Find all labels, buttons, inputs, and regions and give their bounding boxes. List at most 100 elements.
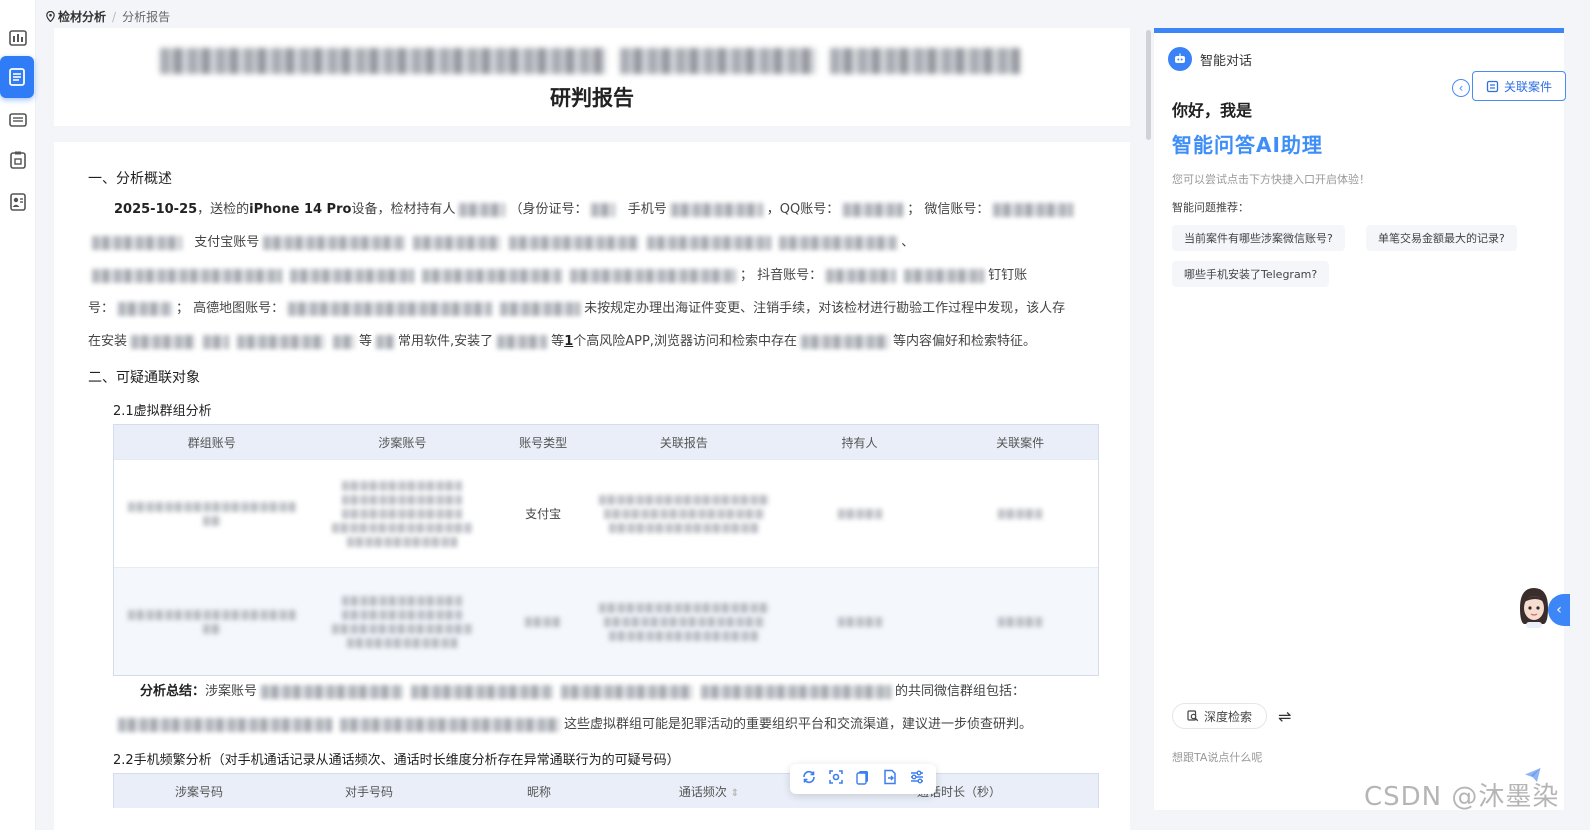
redacted-value: [800, 334, 889, 349]
overview-text: （身份证号：: [509, 202, 588, 217]
redacted-value: [333, 334, 356, 349]
column-header[interactable]: 对手号码: [284, 783, 454, 800]
cell-account-type: [495, 616, 591, 627]
export-icon[interactable]: [882, 769, 898, 789]
overview-text: 常用软件,安装了: [398, 334, 494, 349]
column-header[interactable]: 账号类型: [495, 434, 591, 451]
column-header-label: 通话频次: [678, 784, 727, 799]
assistant-header: 智能对话: [1168, 47, 1252, 71]
overview-text: 支付宝账号: [194, 235, 260, 250]
redacted-value: [497, 334, 548, 349]
screenshot-icon[interactable]: [828, 769, 844, 789]
assistant-hint: 您可以尝试点击下方快捷入口开启体验！: [1172, 173, 1370, 186]
suggested-question[interactable]: 单笔交易金额最大的记录?: [1366, 225, 1517, 251]
cell-holder: [777, 508, 943, 519]
refresh-icon[interactable]: [801, 769, 817, 789]
assistant-greeting: 你好，我是: [1172, 101, 1253, 120]
column-header[interactable]: 关联报告: [591, 434, 777, 451]
folder-icon[interactable]: [4, 146, 32, 174]
breadcrumb-separator: /: [112, 9, 117, 24]
column-header[interactable]: 群组账号: [114, 434, 310, 451]
redacted-value: [904, 268, 985, 283]
left-rail: [0, 0, 36, 830]
summary-label: 分析总结：: [140, 684, 206, 699]
column-header[interactable]: 昵称: [454, 783, 624, 800]
overview-text: 未按规定办理出海证件变更、注销手续，对该检材进行勘验工作过程中发现，该人存: [584, 301, 1066, 316]
table-row[interactable]: 支付宝: [114, 459, 1098, 567]
overview-text: 等内容偏好和检索特征。: [892, 334, 1036, 349]
collapse-left-icon[interactable]: ‹: [1452, 79, 1470, 97]
cell-related-case: [942, 508, 1098, 519]
column-header-call-count[interactable]: 通话频次 ⇕: [624, 783, 794, 800]
group-table: 群组账号 涉案账号 账号类型 关联报告 持有人 关联案件 支付宝: [113, 424, 1099, 676]
column-header[interactable]: 涉案号码: [114, 783, 284, 800]
settings-sliders-icon[interactable]: [909, 769, 925, 789]
link-case-button[interactable]: 关联案件: [1472, 71, 1566, 101]
breadcrumb: 检材分析 / 分析报告: [46, 8, 170, 25]
suggested-question[interactable]: 哪些手机安装了Telegram?: [1172, 261, 1330, 287]
overview-text: ； 高德地图账号：: [176, 301, 285, 316]
redacted-value: [509, 235, 640, 250]
redacted-value: [843, 202, 904, 217]
cell-account-type: 支付宝: [525, 507, 562, 521]
redacted-value: [92, 268, 282, 283]
cell-related-case: [942, 616, 1098, 627]
chart-icon[interactable]: [4, 24, 32, 52]
suggested-question[interactable]: 当前案件有哪些涉案微信账号?: [1172, 225, 1345, 251]
group-summary-line-2: 这些虚拟群组可能是犯罪活动的重要组织平台和交流渠道，建议进一步侦查研判。: [114, 715, 1032, 735]
redacted-value: [340, 717, 560, 732]
assistant-title: 智能对话: [1200, 53, 1253, 69]
overview-line-4: 号： ； 高德地图账号： 未按规定办理出海证件变更、注销手续，对该检材进行勘验工作过…: [88, 299, 1065, 319]
overview-line-5: 在安装等常用软件,安装了 等1个高风险APP,浏览器访问和检索中存在 等内容偏好和检…: [88, 332, 1036, 352]
overview-text: 号：: [88, 301, 115, 316]
redacted-value: [263, 235, 406, 250]
recommend-title: 智能问题推荐：: [1172, 201, 1249, 214]
sort-icon[interactable]: ⇕: [731, 788, 739, 799]
redacted-value: [413, 235, 502, 250]
deep-search-button[interactable]: 深度检索: [1172, 703, 1268, 729]
redacted-value: [92, 235, 182, 250]
person-card-icon[interactable]: [4, 188, 32, 216]
link-case-label: 关联案件: [1503, 79, 1552, 94]
overview-text: ，QQ账号：: [766, 202, 840, 217]
section-overview-heading: 一、分析概述: [88, 171, 172, 187]
phone-table: 涉案号码 对手号码 昵称 通话频次 ⇕ 通话时长（秒）: [113, 773, 1099, 808]
overview-text: ； 抖音账号：: [740, 268, 823, 283]
redacted-value: [290, 268, 414, 283]
column-header[interactable]: 持有人: [777, 434, 943, 451]
overview-line-3: ； 抖音账号： 钉钉账: [88, 266, 1027, 286]
cell-suspect-account: [310, 595, 496, 648]
column-header[interactable]: 涉案账号: [310, 434, 496, 451]
copy-icon[interactable]: [855, 769, 871, 789]
report-title: 研判报告: [550, 86, 634, 110]
redacted-value: [670, 202, 763, 217]
overview-text: 、: [901, 235, 915, 250]
list-icon[interactable]: [4, 106, 32, 134]
breadcrumb-root[interactable]: 检材分析: [46, 8, 106, 25]
cell-related-report: [591, 602, 777, 641]
report-scrollbar[interactable]: [1146, 30, 1151, 140]
table-row[interactable]: [114, 567, 1098, 675]
chat-input[interactable]: 想跟TA说点什么呢: [1172, 749, 1262, 765]
watermark: CSDN @沐墨染: [1364, 782, 1560, 812]
redacted-value: [647, 235, 772, 250]
group-table-header: 群组账号 涉案账号 账号类型 关联报告 持有人 关联案件: [114, 425, 1098, 459]
column-header[interactable]: 关联案件: [942, 434, 1098, 451]
summary-text: 这些虚拟群组可能是犯罪活动的重要组织平台和交流渠道，建议进一步侦查研判。: [564, 717, 1033, 732]
overview-text: 等: [551, 334, 565, 349]
redacted-value: [118, 717, 332, 732]
swap-icon[interactable]: ⇌: [1278, 707, 1291, 726]
overview-text: 在安装: [88, 334, 128, 349]
report-date: 2025-10-25: [114, 202, 198, 217]
cell-group-account: [114, 609, 310, 634]
redacted-value: [500, 301, 581, 316]
redacted-value: [826, 268, 897, 283]
redacted-value: [779, 235, 898, 250]
floating-toolbar: [790, 764, 936, 794]
cell-related-report: [591, 494, 777, 533]
section-group-heading: 2.1虚拟群组分析: [113, 404, 212, 419]
redacted-case-title: [160, 48, 1020, 74]
document-icon[interactable]: [0, 56, 34, 98]
redacted-value: [411, 684, 554, 699]
redacted-value: [131, 334, 196, 349]
